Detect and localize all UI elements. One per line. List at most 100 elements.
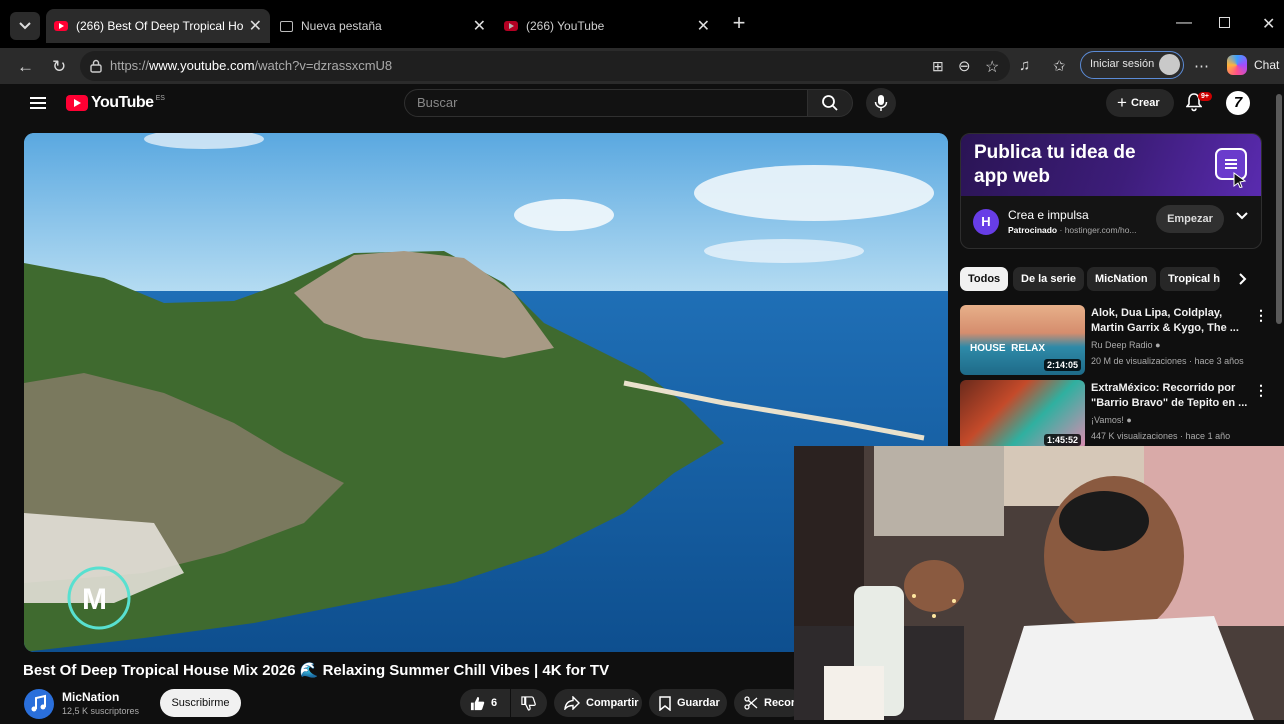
- url-path: /watch?v=dzrassxcmU8: [254, 58, 393, 73]
- page-scrollbar[interactable]: [1276, 94, 1282, 324]
- microphone-icon: [874, 95, 888, 111]
- search-button[interactable]: [807, 89, 853, 117]
- chip-tropical-house[interactable]: Tropical ho: [1160, 267, 1220, 291]
- browser-tab-bar: (266) Best Of Deep Tropical House ✕ Nuev…: [0, 0, 1284, 48]
- chip-todos[interactable]: Todos: [960, 267, 1009, 291]
- create-button[interactable]: + Crear: [1106, 89, 1174, 117]
- page-icon: [280, 20, 293, 32]
- voice-search-button[interactable]: [866, 88, 896, 118]
- subscribe-button[interactable]: Suscribirme: [160, 689, 241, 717]
- like-count: 6: [491, 697, 498, 709]
- share-label: Compartir: [586, 697, 639, 709]
- video-title: Best Of Deep Tropical House Mix 2026 🌊 R…: [23, 662, 610, 679]
- ad-banner[interactable]: Publica tu idea de app web: [961, 134, 1261, 196]
- chip-micnation[interactable]: MicNation: [1087, 267, 1156, 291]
- country-code: ES: [155, 94, 165, 102]
- tab-actions-button[interactable]: [10, 12, 40, 40]
- dislike-button[interactable]: [511, 689, 547, 717]
- webcam-overlay: [794, 446, 1284, 720]
- save-button[interactable]: Guardar: [649, 689, 727, 717]
- video-thumbnail[interactable]: HOUSE RELAX 2:14:05: [960, 305, 1085, 375]
- tab-title: Nueva pestaña: [301, 19, 382, 33]
- recommended-video[interactable]: 1:45:52 ExtraMéxico: Recorrido por "Barr…: [960, 380, 1280, 450]
- maximize-icon[interactable]: [1219, 17, 1230, 28]
- ad-headline: Publica tu idea de app web: [974, 142, 1136, 187]
- recommended-title: ExtraMéxico: Recorrido por "Barrio Bravo…: [1091, 382, 1248, 409]
- recommended-video[interactable]: HOUSE RELAX 2:14:05 Alok, Dua Lipa, Cold…: [960, 305, 1280, 375]
- bookmark-icon: [659, 695, 671, 711]
- tab-youtube-video[interactable]: (266) Best Of Deep Tropical House ✕: [46, 9, 270, 43]
- tab-title: (266) Best Of Deep Tropical House: [76, 19, 243, 33]
- channel-label: Ru Deep Radio: [1091, 340, 1153, 350]
- close-tab-icon[interactable]: ✕: [697, 16, 710, 36]
- extensions-icon[interactable]: ♫: [1019, 57, 1030, 74]
- svg-text:M: M: [82, 583, 107, 616]
- close-tab-icon[interactable]: ✕: [249, 16, 262, 36]
- sign-in-label: Iniciar sesión: [1090, 58, 1155, 70]
- more-options-icon[interactable]: ⋯: [1194, 57, 1209, 75]
- verified-check-icon: ●: [1155, 340, 1161, 350]
- account-avatar[interactable]: 7: [1226, 91, 1250, 115]
- chevron-down-icon: [19, 22, 31, 30]
- hamburger-menu-icon[interactable]: [30, 96, 46, 110]
- sponsored-label: Patrocinado: [1008, 225, 1058, 235]
- profile-avatar-icon: [1159, 54, 1180, 75]
- chevron-down-icon[interactable]: [1236, 211, 1248, 221]
- cursor-pointer-icon: [1233, 172, 1247, 188]
- minimize-icon[interactable]: —: [1176, 14, 1192, 32]
- recommended-channel: ¡Vamos! ●: [1091, 415, 1132, 425]
- video-duration: 1:45:52: [1043, 434, 1081, 446]
- thumbnail-text: HOUSE RELAX: [970, 343, 1046, 354]
- more-actions-icon[interactable]: ⋮: [1254, 307, 1268, 324]
- tab-title: (266) YouTube: [526, 19, 605, 33]
- thumbs-up-icon: [470, 696, 485, 710]
- video-duration: 2:14:05: [1043, 359, 1081, 371]
- ad-cta-button[interactable]: Empezar: [1156, 205, 1224, 233]
- app-available-icon[interactable]: ⊞: [932, 58, 944, 75]
- channel-avatar[interactable]: [24, 689, 54, 719]
- tab-new-tab[interactable]: Nueva pestaña ✕: [272, 9, 494, 43]
- copilot-icon[interactable]: [1227, 55, 1247, 75]
- create-label: Crear: [1130, 97, 1160, 109]
- search-icon: [822, 95, 838, 111]
- zoom-icon[interactable]: ⊖: [958, 57, 971, 75]
- video-thumbnail[interactable]: 1:45:52: [960, 380, 1085, 450]
- chevron-right-icon[interactable]: [1238, 273, 1248, 285]
- more-actions-icon[interactable]: ⋮: [1254, 382, 1268, 399]
- youtube-icon: [504, 21, 518, 31]
- tab-youtube-home[interactable]: (266) YouTube ✕: [496, 9, 718, 43]
- url-prefix: https://: [110, 58, 150, 73]
- subscriber-count: 12,5 K suscriptores: [62, 706, 140, 716]
- channel-label: ¡Vamos!: [1091, 415, 1124, 425]
- share-button[interactable]: Compartir: [554, 689, 642, 717]
- recommended-channel: Ru Deep Radio ●: [1091, 340, 1161, 350]
- hostinger-logo: H: [973, 209, 999, 235]
- close-tab-icon[interactable]: ✕: [473, 16, 486, 36]
- youtube-logo[interactable]: YouTube ES: [66, 93, 165, 113]
- lock-icon: [90, 59, 102, 73]
- back-icon[interactable]: ←: [17, 57, 34, 77]
- chat-label[interactable]: Chat: [1254, 58, 1279, 72]
- recommended-meta: 20 M de visualizaciones · hace 3 años: [1091, 356, 1244, 366]
- webcam-feed: [794, 446, 1284, 720]
- refresh-icon[interactable]: ↻: [52, 57, 66, 77]
- search-input[interactable]: Buscar: [404, 89, 808, 117]
- logo-wordmark: YouTube: [91, 94, 154, 111]
- recommended-meta: 447 K visualizaciones · hace 1 año: [1091, 431, 1231, 441]
- address-field[interactable]: https://www.youtube.com/watch?v=dzrassxc…: [80, 51, 1010, 81]
- verified-check-icon: ●: [1126, 415, 1132, 425]
- favorites-icon[interactable]: ✩: [1053, 57, 1066, 75]
- new-tab-button[interactable]: +: [728, 12, 750, 34]
- ad-title: Crea e impulsa: [1008, 208, 1089, 222]
- like-button[interactable]: 6: [460, 689, 510, 717]
- scissors-icon: [744, 696, 758, 710]
- channel-name[interactable]: MicNation: [62, 690, 119, 704]
- thumbs-down-icon: [521, 695, 536, 711]
- chip-de-la-serie[interactable]: De la serie: [1013, 267, 1085, 291]
- close-window-icon[interactable]: ✕: [1262, 14, 1275, 34]
- sign-in-button[interactable]: Iniciar sesión: [1080, 51, 1184, 79]
- favorite-star-icon[interactable]: ☆: [985, 57, 999, 77]
- url-host: www.youtube.com: [149, 58, 255, 73]
- sponsored-ad-card[interactable]: Publica tu idea de app web H Crea e impu…: [960, 133, 1262, 249]
- notification-count-badge: 9+: [1198, 92, 1212, 101]
